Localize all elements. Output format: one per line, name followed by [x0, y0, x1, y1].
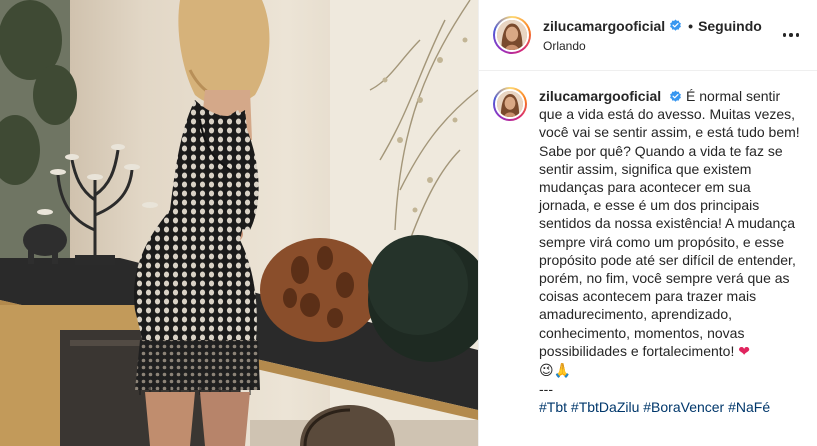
hashtag-link[interactable]: #BoraVencer — [643, 399, 724, 415]
caption-avatar-image[interactable] — [495, 89, 525, 119]
header-text: zilucamargooficial • Seguindo Orlando — [543, 18, 779, 53]
verified-badge-icon — [670, 90, 682, 102]
post-location[interactable]: Orlando — [543, 39, 779, 53]
caption-text: É normal sentir que a vida está do avess… — [539, 88, 800, 359]
more-options-icon[interactable] — [779, 23, 803, 47]
separator-dot: • — [688, 17, 694, 34]
caption-body: zilucamargooficial É normal sentir que a… — [539, 87, 803, 417]
hashtag-link[interactable]: #TbtDaZilu — [571, 399, 639, 415]
header-line: zilucamargooficial • Seguindo — [543, 18, 779, 34]
instagram-post: zilucamargooficial • Seguindo Orlando zi… — [0, 0, 817, 446]
caption-divider: --- — [539, 381, 553, 398]
post-header: zilucamargooficial • Seguindo Orlando — [479, 0, 817, 71]
caption-username[interactable]: zilucamargooficial — [539, 88, 661, 104]
verified-badge-icon — [670, 19, 682, 31]
caption-avatar[interactable] — [493, 87, 527, 121]
heart-emoji: ❤ — [738, 343, 750, 360]
hashtag-link[interactable]: #Tbt — [539, 399, 567, 415]
following-button[interactable]: Seguindo — [698, 18, 762, 34]
caption: zilucamargooficial É normal sentir que a… — [493, 87, 803, 417]
author-username[interactable]: zilucamargooficial — [543, 18, 665, 34]
author-avatar[interactable] — [495, 18, 529, 52]
post-image — [0, 0, 478, 446]
comments-section: zilucamargooficial É normal sentir que a… — [479, 71, 817, 446]
post-side-panel: zilucamargooficial • Seguindo Orlando zi… — [478, 0, 817, 446]
caption-hashtags: #Tbt #TbtDaZilu #BoraVencer #NaFé — [539, 399, 770, 415]
author-avatar-ring[interactable] — [493, 16, 531, 54]
post-photo[interactable] — [0, 0, 478, 446]
caption-emojis: 😉🙏 — [539, 363, 572, 380]
hashtag-link[interactable]: #NaFé — [728, 399, 770, 415]
